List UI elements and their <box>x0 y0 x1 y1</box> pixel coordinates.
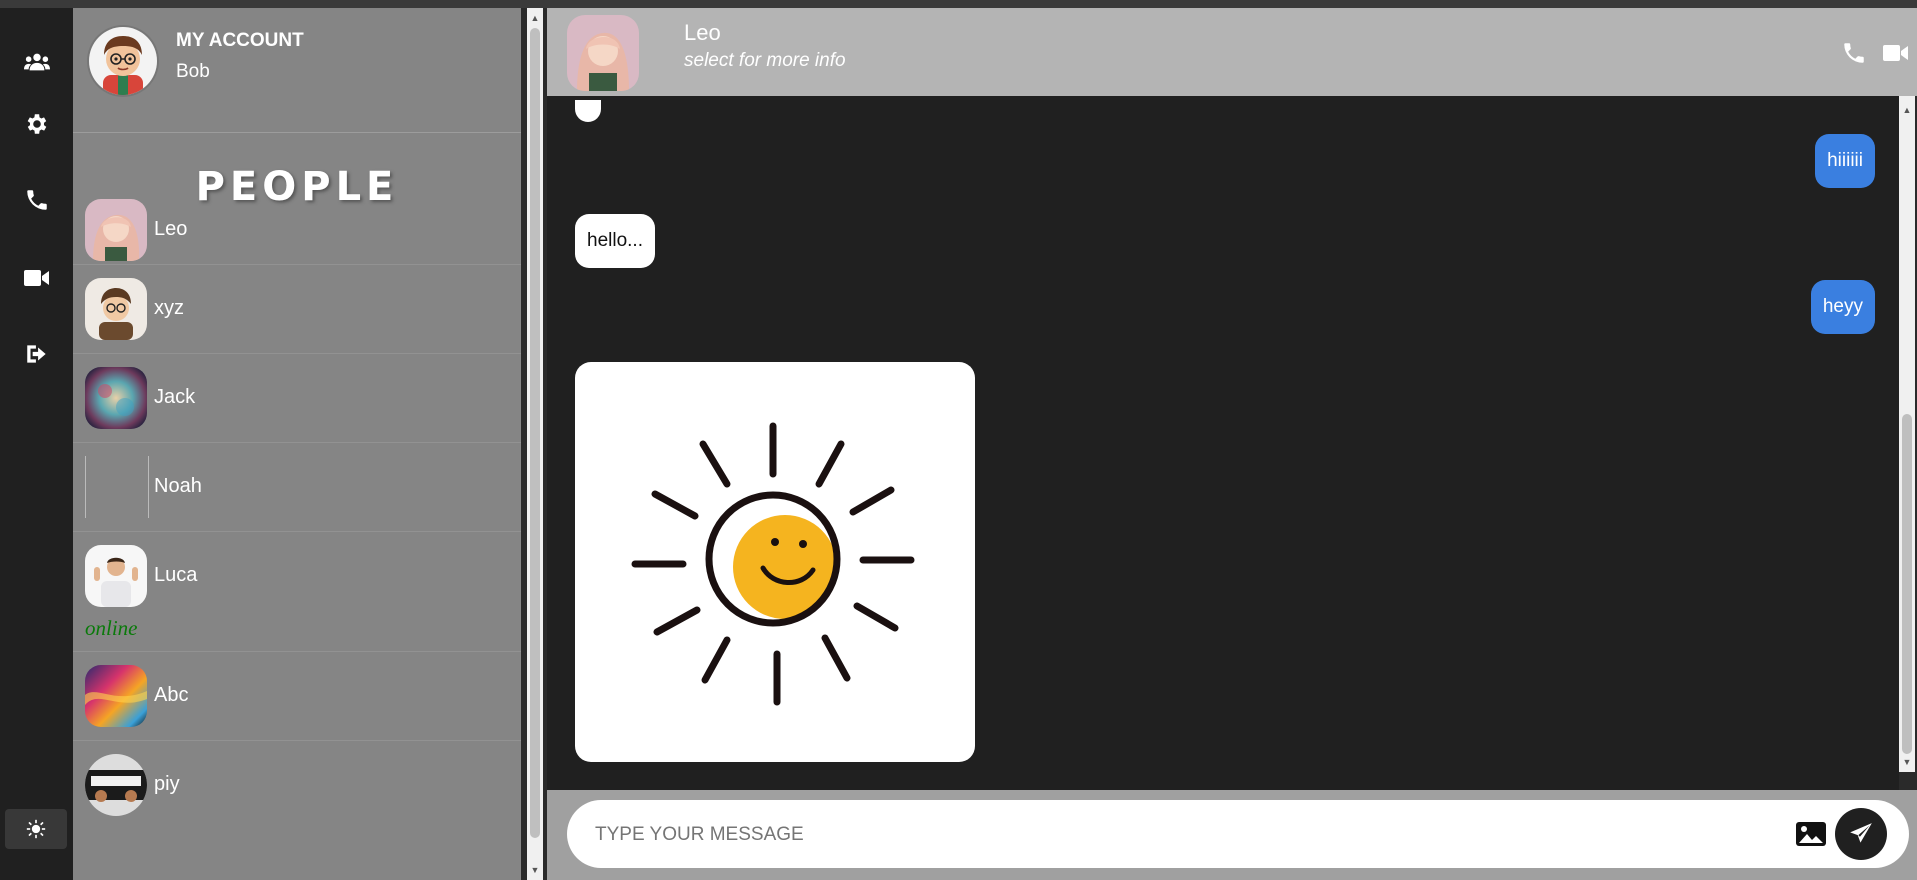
logout-nav-button[interactable] <box>0 324 73 384</box>
message-bubble-outgoing: hiiiiii <box>1815 134 1875 188</box>
chat-contact-subtitle: select for more info <box>684 50 846 71</box>
contact-item-luca[interactable]: Luca online <box>73 532 521 652</box>
contact-name: xyz <box>154 297 184 319</box>
contact-item-jack[interactable]: Jack <box>73 354 521 443</box>
calls-nav-button[interactable] <box>0 170 73 230</box>
contact-name: Noah <box>154 475 202 497</box>
theme-toggle-button[interactable] <box>5 809 67 849</box>
video-icon <box>1883 45 1908 61</box>
chat-contact-avatar <box>567 15 639 91</box>
contact-avatar <box>85 665 147 727</box>
video-call-button[interactable] <box>1879 36 1913 70</box>
contact-name: Leo <box>154 218 188 240</box>
smiling-sun-image <box>631 422 915 706</box>
my-account-avatar <box>89 27 157 95</box>
gear-icon <box>27 114 46 134</box>
contact-name: Abc <box>154 684 189 706</box>
contact-item-leo[interactable]: Leo <box>73 196 521 265</box>
online-status: online <box>85 616 138 640</box>
image-message-sun-sticker[interactable] <box>575 362 975 762</box>
contact-item-xyz[interactable]: xyz <box>73 265 521 354</box>
video-icon <box>23 270 49 286</box>
send-button[interactable] <box>1835 808 1887 860</box>
scroll-up-arrow-icon[interactable]: ▲ <box>527 10 543 26</box>
voice-call-button[interactable] <box>1837 36 1871 70</box>
contact-name: Jack <box>154 386 196 408</box>
contact-name: Luca <box>154 564 198 586</box>
users-icon <box>23 53 50 71</box>
contact-item-noah[interactable]: Noah <box>73 443 521 532</box>
contact-item-piy[interactable]: piy <box>73 741 521 829</box>
people-panel: MY ACCOUNT Bob PEOPLE Leo xyz Jack Noah … <box>73 8 521 880</box>
message-bubble-incoming: hello... <box>575 214 655 268</box>
scroll-thumb[interactable] <box>1902 414 1912 754</box>
message-bubble-outgoing: heyy <box>1810 280 1875 334</box>
my-account-header[interactable]: MY ACCOUNT Bob <box>73 8 521 133</box>
theme-toggle-icon <box>26 819 46 839</box>
contact-avatar <box>85 278 147 340</box>
chat-header[interactable]: Leo select for more info <box>547 8 1917 96</box>
contact-item-abc[interactable]: Abc <box>73 652 521 741</box>
people-list-scrollbar[interactable]: ▲ ▼ <box>527 8 543 880</box>
attach-image-button[interactable] <box>1793 817 1829 851</box>
scroll-up-arrow-icon[interactable]: ▲ <box>1899 102 1915 118</box>
image-icon <box>1796 822 1826 846</box>
contact-avatar <box>85 199 147 261</box>
chat-contact-name: Leo <box>684 20 721 45</box>
scroll-down-arrow-icon[interactable]: ▼ <box>527 862 543 878</box>
settings-nav-button[interactable] <box>0 94 73 154</box>
chat-scrollbar[interactable]: ▲ ▼ <box>1899 96 1915 772</box>
people-nav-button[interactable] <box>0 32 73 92</box>
logout-icon <box>26 345 46 363</box>
my-account-name: Bob <box>176 61 210 82</box>
scroll-thumb[interactable] <box>530 28 540 838</box>
phone-icon <box>26 190 47 210</box>
icon-rail <box>0 8 73 880</box>
send-icon <box>1850 823 1872 843</box>
message-input[interactable] <box>593 812 1777 858</box>
message-list[interactable]: hiiiiii hello... heyy <box>547 96 1899 790</box>
video-nav-button[interactable] <box>0 248 73 308</box>
scroll-down-arrow-icon[interactable]: ▼ <box>1899 754 1915 770</box>
contact-avatar-placeholder <box>85 456 149 518</box>
my-account-title: MY ACCOUNT <box>176 30 304 51</box>
contact-avatar <box>85 754 147 816</box>
contact-avatar <box>85 367 147 429</box>
message-composer <box>567 800 1909 868</box>
phone-icon <box>1844 43 1864 63</box>
message-bubble-partial <box>575 100 601 122</box>
contact-avatar <box>85 545 147 607</box>
window-top-strip <box>0 0 1917 8</box>
contact-name: piy <box>154 773 180 795</box>
